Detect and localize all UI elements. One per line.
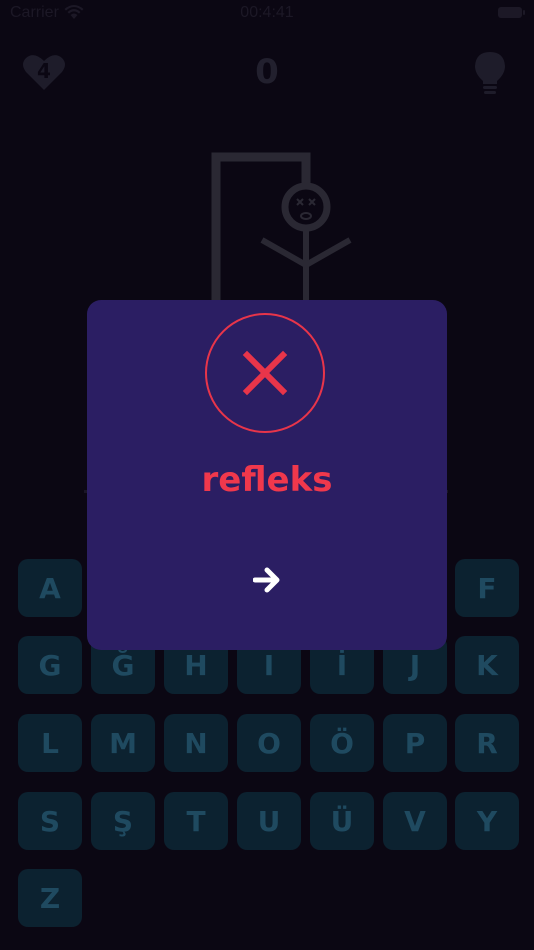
key-m[interactable]: M bbox=[91, 714, 155, 772]
key-f[interactable]: F bbox=[455, 559, 519, 617]
key-z[interactable]: Z bbox=[18, 869, 82, 927]
key-u[interactable]: U bbox=[237, 792, 301, 850]
key-p[interactable]: P bbox=[383, 714, 447, 772]
hint-button[interactable] bbox=[470, 50, 510, 96]
next-button[interactable] bbox=[242, 557, 292, 607]
battery-icon bbox=[498, 7, 525, 18]
key-r[interactable]: R bbox=[455, 714, 519, 772]
key-o-umlaut[interactable]: Ö bbox=[310, 714, 374, 772]
result-badge bbox=[205, 313, 325, 433]
key-u-umlaut[interactable]: Ü bbox=[310, 792, 374, 850]
key-y[interactable]: Y bbox=[455, 792, 519, 850]
key-v[interactable]: V bbox=[383, 792, 447, 850]
key-t[interactable]: T bbox=[164, 792, 228, 850]
hangman-drawing bbox=[200, 145, 370, 310]
status-bar: Carrier 00:4:41 bbox=[0, 0, 534, 28]
key-k[interactable]: K bbox=[455, 636, 519, 694]
key-n[interactable]: N bbox=[164, 714, 228, 772]
lightbulb-icon bbox=[470, 52, 510, 100]
status-time: 00:4:41 bbox=[240, 4, 294, 21]
key-g[interactable]: G bbox=[18, 636, 82, 694]
key-s[interactable]: S bbox=[18, 792, 82, 850]
answer-word: refleks bbox=[201, 460, 333, 500]
game-screen: Carrier 00:4:41 4 0 A F G Ğ H I İ J K L … bbox=[0, 0, 534, 950]
key-l[interactable]: L bbox=[18, 714, 82, 772]
key-o[interactable]: O bbox=[237, 714, 301, 772]
result-dialog: refleks bbox=[87, 300, 447, 650]
score-counter: 0 bbox=[255, 52, 279, 92]
key-a[interactable]: A bbox=[18, 559, 82, 617]
arrow-right-icon bbox=[252, 567, 281, 597]
key-s-cedilla[interactable]: Ş bbox=[91, 792, 155, 850]
